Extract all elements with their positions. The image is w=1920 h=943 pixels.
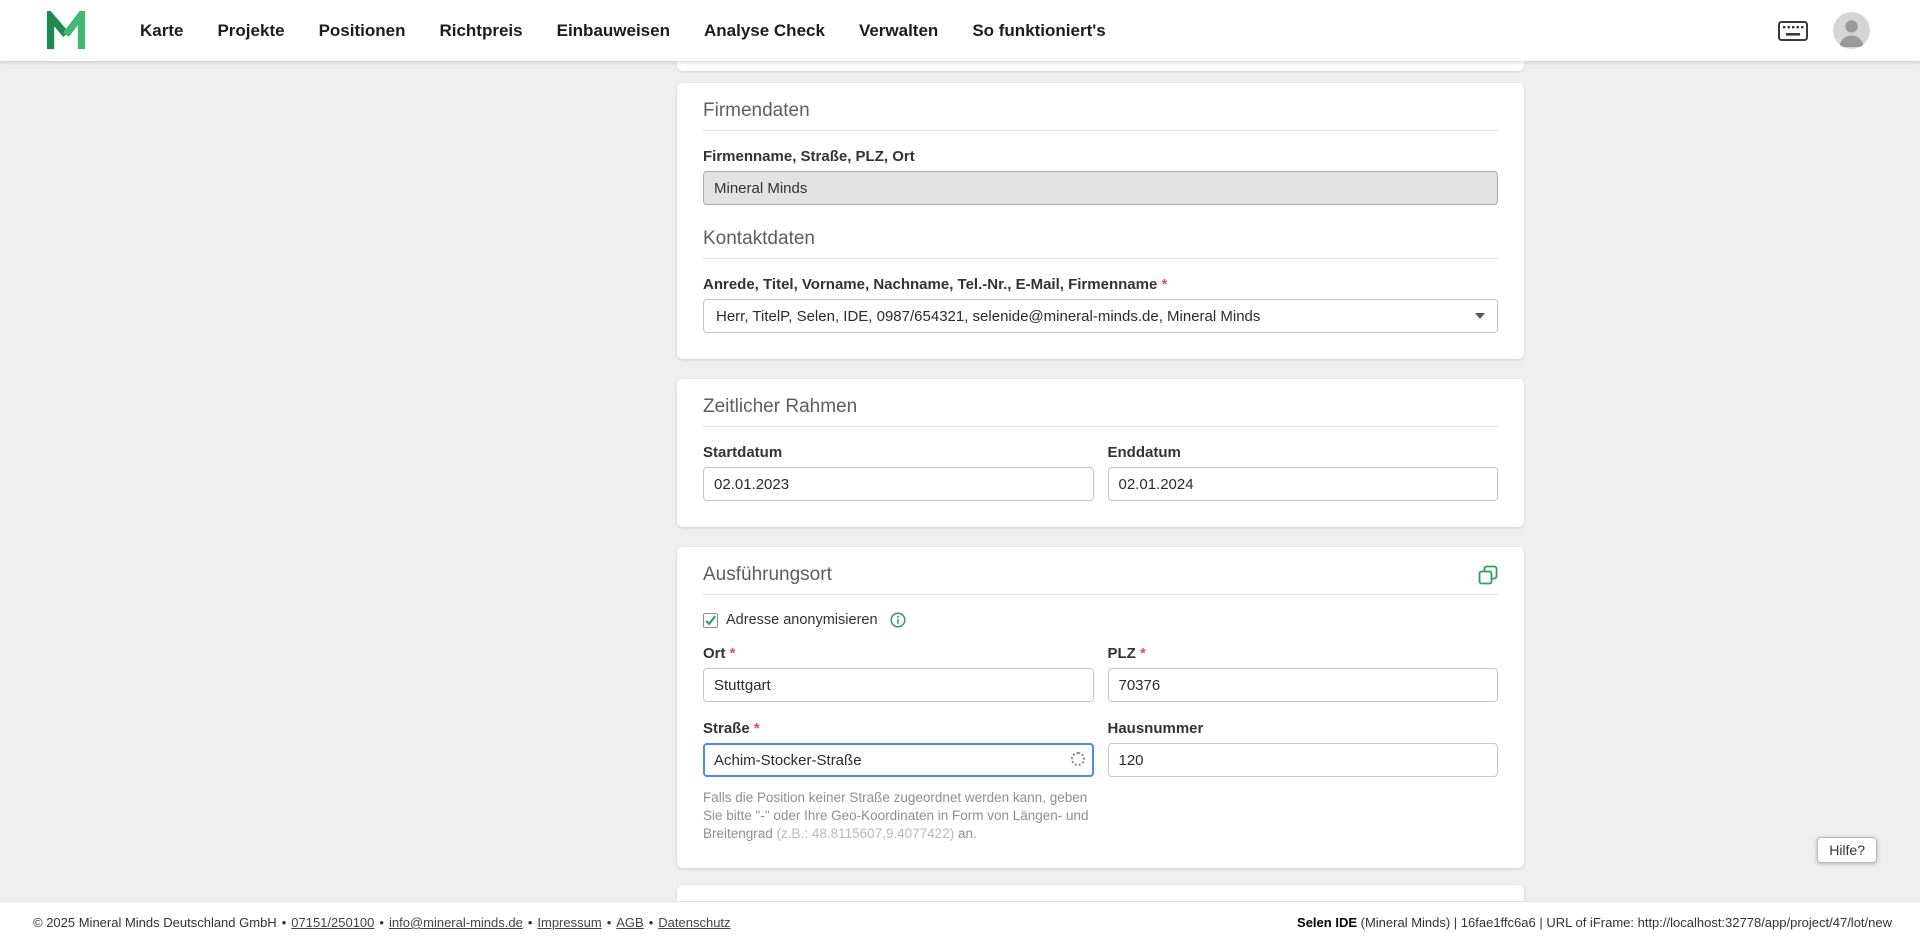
- required-asterisk: *: [1140, 645, 1146, 662]
- navbar: Karte Projekte Positionen Richtpreis Ein…: [0, 0, 1920, 61]
- strasse-label-text: Straße: [703, 720, 750, 737]
- ort-field: Ort *: [703, 645, 1094, 702]
- user-avatar[interactable]: [1833, 12, 1870, 49]
- enddatum-input[interactable]: [1107, 467, 1498, 501]
- help-button[interactable]: Hilfe?: [1817, 837, 1877, 863]
- separator: •: [281, 915, 287, 930]
- info-icon[interactable]: [889, 612, 906, 628]
- helper-suffix-text: an.: [957, 825, 977, 841]
- plz-label: PLZ *: [1108, 645, 1499, 663]
- hausnummer-field: Hausnummer: [1107, 720, 1498, 777]
- enddatum-field: Enddatum: [1107, 444, 1498, 501]
- plz-input[interactable]: [1107, 668, 1498, 702]
- divider: [703, 130, 1498, 131]
- duplicate-icon[interactable]: [1478, 565, 1498, 585]
- required-asterisk: *: [753, 720, 760, 737]
- divider: [703, 426, 1498, 427]
- separator: •: [379, 915, 384, 930]
- main-nav: Karte Projekte Positionen Richtpreis Ein…: [123, 21, 1123, 41]
- anonymize-checkbox[interactable]: [703, 612, 718, 628]
- divider: [703, 258, 1498, 259]
- footer-app-name: Selen IDE: [1297, 915, 1357, 930]
- footer-left: © 2025 Mineral Minds Deutschland GmbH • …: [33, 915, 731, 930]
- nav-item-so-funktionierts[interactable]: So funktioniert's: [955, 21, 1122, 41]
- keyboard-icon[interactable]: [1778, 20, 1808, 41]
- company-name-input: [703, 171, 1498, 205]
- nav-item-projekte[interactable]: Projekte: [200, 21, 301, 41]
- strasse-helper-text: Falls die Position keiner Straße zugeord…: [703, 789, 1094, 842]
- ort-input[interactable]: [703, 668, 1094, 702]
- strasse-input[interactable]: [703, 743, 1094, 777]
- ort-label-text: Ort: [703, 645, 726, 662]
- startdatum-input[interactable]: [703, 467, 1094, 501]
- plz-label-text: PLZ: [1107, 645, 1136, 662]
- nav-item-einbauweisen[interactable]: Einbauweisen: [540, 21, 687, 41]
- contact-label-text: Anrede, Titel, Vorname, Nachname, Tel.-N…: [703, 276, 1158, 293]
- section-title-zeitlicher-rahmen: Zeitlicher Rahmen: [703, 396, 858, 417]
- footer-link-datenschutz[interactable]: Datenschutz: [658, 915, 730, 930]
- hausnummer-input[interactable]: [1107, 743, 1498, 777]
- chevron-down-icon: [1475, 313, 1485, 319]
- nav-item-positionen[interactable]: Positionen: [302, 21, 423, 41]
- strasse-label: Straße *: [703, 720, 1094, 738]
- card-ausfuehrungsort: Ausführungsort Adresse anonymisieren Ort…: [677, 547, 1524, 869]
- anonymize-row: Adresse anonymisieren: [703, 612, 1498, 628]
- nav-item-analyse-check[interactable]: Analyse Check: [687, 21, 842, 41]
- card-firmendaten: Firmendaten Firmenname, Straße, PLZ, Ort…: [677, 83, 1524, 359]
- footer-debug-info: (Mineral Minds) | 16fae1ffc6a6 | URL of …: [1360, 915, 1892, 930]
- copyright-text: © 2025 Mineral Minds Deutschland GmbH: [33, 915, 277, 930]
- contact-label: Anrede, Titel, Vorname, Nachname, Tel.-N…: [703, 276, 1498, 294]
- startdatum-label: Startdatum: [703, 444, 783, 461]
- startdatum-field: Startdatum: [703, 444, 1094, 501]
- strasse-field: Straße *: [703, 720, 1094, 777]
- card-partial-top: [677, 61, 1524, 71]
- required-asterisk: *: [1161, 276, 1168, 293]
- nav-item-karte[interactable]: Karte: [123, 21, 200, 41]
- divider: [703, 594, 1498, 595]
- contact-select[interactable]: Herr, TitelP, Selen, IDE, 0987/654321, s…: [703, 299, 1498, 333]
- footer-link-email[interactable]: info@mineral-minds.de: [389, 915, 523, 930]
- helper-example-text: (z.B.: 48.8115607,9.4077422): [776, 825, 955, 841]
- enddatum-label: Enddatum: [1107, 444, 1181, 461]
- nav-item-richtpreis[interactable]: Richtpreis: [422, 21, 539, 41]
- loading-spinner-icon: [1070, 752, 1085, 766]
- section-title-ausfuehrungsort: Ausführungsort: [703, 564, 832, 585]
- footer-link-agb[interactable]: AGB: [616, 915, 643, 930]
- footer-link-impressum[interactable]: Impressum: [537, 915, 601, 930]
- card-zeitlicher-rahmen: Zeitlicher Rahmen Startdatum Enddatum: [677, 379, 1524, 527]
- footer-link-phone[interactable]: 07151/250100: [291, 915, 374, 930]
- separator: •: [648, 915, 654, 930]
- company-name-label: Firmenname, Straße, PLZ, Ort: [703, 148, 915, 165]
- section-title-kontaktdaten: Kontaktdaten: [703, 228, 815, 249]
- plz-field: PLZ *: [1107, 645, 1499, 702]
- hausnummer-label: Hausnummer: [1107, 720, 1204, 737]
- form-column: Firmendaten Firmenname, Straße, PLZ, Ort…: [677, 61, 1524, 926]
- contact-select-value: Herr, TitelP, Selen, IDE, 0987/654321, s…: [716, 307, 1261, 325]
- footer: © 2025 Mineral Minds Deutschland GmbH • …: [0, 901, 1920, 943]
- required-asterisk: *: [729, 645, 736, 662]
- section-title-firmendaten: Firmendaten: [703, 100, 810, 121]
- anonymize-label: Adresse anonymisieren: [726, 612, 878, 628]
- mineral-minds-logo-icon[interactable]: [45, 10, 87, 51]
- nav-item-verwalten[interactable]: Verwalten: [842, 21, 955, 41]
- navbar-right: [1778, 12, 1870, 49]
- footer-right: Selen IDE (Mineral Minds) | 16fae1ffc6a6…: [1297, 915, 1892, 930]
- separator: •: [606, 915, 612, 930]
- ort-label: Ort *: [703, 645, 1094, 663]
- separator: •: [527, 915, 533, 930]
